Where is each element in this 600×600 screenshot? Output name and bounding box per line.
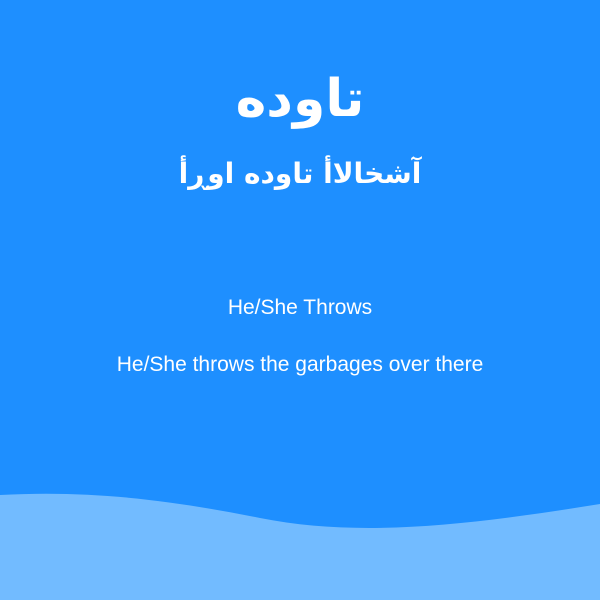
word-example-kurdish: آشخالاأ تاوده اوڕأ bbox=[178, 157, 422, 190]
example-translation: He/She throws the garbages over there bbox=[116, 353, 484, 376]
wave-shape bbox=[0, 493, 600, 600]
word-translation: He/She Throws bbox=[227, 296, 373, 319]
word-card: تاوده آشخالاأ تاوده اوڕأ He/She Throws H… bbox=[0, 0, 600, 600]
decorative-wave bbox=[0, 493, 600, 600]
word-title: تاوده bbox=[235, 69, 365, 129]
